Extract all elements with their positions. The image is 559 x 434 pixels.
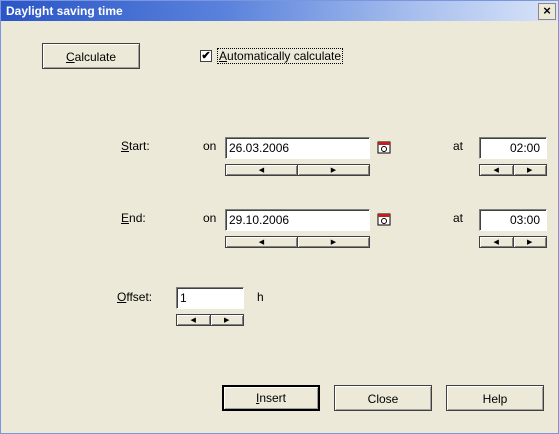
start-time-right-arrow-icon[interactable]: ▶ bbox=[512, 165, 547, 175]
insert-label: nsert bbox=[259, 391, 287, 405]
start-on-label: on bbox=[203, 139, 217, 153]
end-date-field[interactable]: 29.10.2006 bbox=[225, 209, 370, 231]
offset-right-arrow-icon[interactable]: ▶ bbox=[209, 315, 244, 325]
auto-calculate-accel: A bbox=[219, 49, 228, 63]
end-time-right-arrow-icon[interactable]: ▶ bbox=[512, 237, 547, 247]
close-button[interactable]: Close bbox=[334, 385, 432, 411]
end-time-field[interactable]: 03:00 bbox=[479, 209, 547, 231]
auto-calculate-label[interactable]: Automatically calculate bbox=[217, 48, 344, 64]
auto-calculate-label-text: utomatically calculate bbox=[227, 49, 342, 63]
end-calendar-icon[interactable] bbox=[376, 211, 392, 227]
start-date-spinner[interactable]: ◀ ▶ bbox=[225, 164, 370, 176]
calculate-button[interactable]: Calculate bbox=[42, 43, 140, 69]
close-icon: × bbox=[543, 3, 551, 18]
start-time-left-arrow-icon[interactable]: ◀ bbox=[480, 165, 513, 175]
offset-field[interactable]: 1 bbox=[176, 287, 244, 309]
start-time-spinner[interactable]: ◀ ▶ bbox=[479, 164, 547, 176]
end-time-spinner[interactable]: ◀ ▶ bbox=[479, 236, 547, 248]
end-date-right-arrow-icon[interactable]: ▶ bbox=[297, 237, 369, 247]
title-bar[interactable]: Daylight saving time × bbox=[1, 1, 558, 21]
end-at-label: at bbox=[453, 211, 464, 225]
help-button[interactable]: Help bbox=[446, 385, 544, 411]
checkmark-icon: ✔ bbox=[201, 50, 211, 62]
end-on-label: on bbox=[203, 211, 217, 225]
calculate-accel: C bbox=[65, 50, 75, 64]
offset-accel: O bbox=[117, 290, 127, 304]
calculate-label: alculate bbox=[74, 50, 117, 64]
offset-spinner[interactable]: ◀ ▶ bbox=[176, 314, 244, 326]
offset-left-arrow-icon[interactable]: ◀ bbox=[177, 315, 210, 325]
start-label: Start: bbox=[121, 139, 150, 153]
insert-button[interactable]: Insert bbox=[222, 385, 320, 411]
end-time-left-arrow-icon[interactable]: ◀ bbox=[480, 237, 513, 247]
end-accel: E bbox=[121, 211, 130, 225]
offset-label-text: ffset: bbox=[126, 290, 153, 304]
start-calendar-icon[interactable] bbox=[376, 139, 392, 155]
start-label-text: tart: bbox=[129, 139, 150, 153]
window-title: Daylight saving time bbox=[6, 4, 123, 18]
close-window-button[interactable]: × bbox=[538, 3, 556, 20]
daylight-saving-dialog: Daylight saving time × Calculate ✔ Autom… bbox=[0, 0, 559, 434]
start-accel: S bbox=[121, 139, 130, 153]
start-date-right-arrow-icon[interactable]: ▶ bbox=[297, 165, 369, 175]
end-label: End: bbox=[121, 211, 146, 225]
offset-label: Offset: bbox=[117, 290, 152, 304]
end-label-text: nd: bbox=[129, 211, 146, 225]
auto-calculate-checkbox[interactable]: ✔ bbox=[200, 50, 212, 62]
start-date-field[interactable]: 26.03.2006 bbox=[225, 137, 370, 159]
offset-unit-label: h bbox=[257, 290, 264, 304]
end-date-left-arrow-icon[interactable]: ◀ bbox=[226, 237, 297, 247]
end-date-spinner[interactable]: ◀ ▶ bbox=[225, 236, 370, 248]
start-time-field[interactable]: 02:00 bbox=[479, 137, 547, 159]
start-at-label: at bbox=[453, 139, 464, 153]
start-date-left-arrow-icon[interactable]: ◀ bbox=[226, 165, 297, 175]
